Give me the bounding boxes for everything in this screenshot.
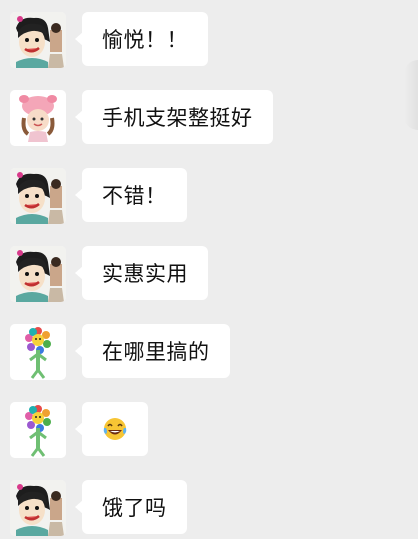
message-bubble[interactable]: [75, 402, 148, 456]
chat-message-list: 愉悦！！ 手机支架整挺好 不错！ 实惠实用 在哪里搞的 饿了吗: [0, 0, 418, 539]
sunflower-figure-avatar[interactable]: [10, 402, 66, 458]
cartoon-face-avatar[interactable]: [10, 12, 66, 68]
message-row: 饿了吗: [10, 480, 187, 536]
message-bubble[interactable]: 愉悦！！: [75, 12, 208, 66]
scroll-edge-shadow: [404, 60, 418, 130]
message-row: 实惠实用: [10, 246, 208, 302]
message-row: 不错！: [10, 168, 187, 224]
cartoon-face-avatar[interactable]: [10, 480, 66, 536]
cartoon-face-avatar[interactable]: [10, 246, 66, 302]
message-bubble[interactable]: 不错！: [75, 168, 187, 222]
laughing-with-tears-emoji-icon: [103, 418, 127, 440]
pig-doll-avatar[interactable]: [10, 90, 66, 146]
message-row: 手机支架整挺好: [10, 90, 273, 146]
message-bubble[interactable]: 饿了吗: [75, 480, 187, 534]
cartoon-face-avatar[interactable]: [10, 168, 66, 224]
sunflower-figure-avatar[interactable]: [10, 324, 66, 380]
message-row: [10, 402, 148, 458]
message-bubble[interactable]: 在哪里搞的: [75, 324, 230, 378]
message-row: 在哪里搞的: [10, 324, 230, 380]
message-bubble[interactable]: 手机支架整挺好: [75, 90, 273, 144]
message-row: 愉悦！！: [10, 12, 208, 68]
message-bubble[interactable]: 实惠实用: [75, 246, 208, 300]
